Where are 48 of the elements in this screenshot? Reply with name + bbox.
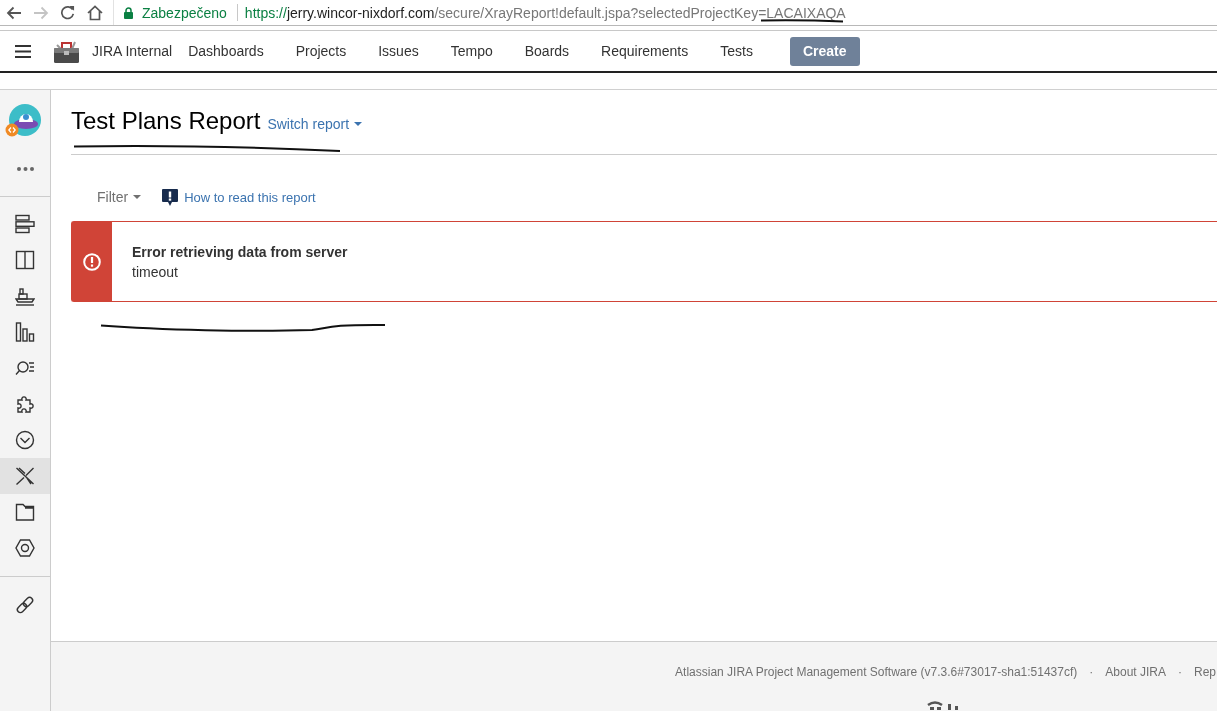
reload-icon bbox=[60, 5, 75, 20]
menu-icon bbox=[15, 44, 31, 58]
two-column-icon bbox=[15, 250, 35, 270]
caret-icon bbox=[354, 122, 363, 126]
home-icon bbox=[86, 4, 103, 21]
address-field[interactable]: Zabezpečeno https://jerry.wincor-nixdorf.com/secure/XrayReport!default.jspa?selectedProjectKey=LACAIXAQA bbox=[113, 0, 1217, 25]
create-button[interactable]: Create bbox=[789, 36, 860, 66]
link-icon bbox=[15, 595, 35, 615]
stacked-bars-icon bbox=[15, 214, 35, 234]
security-label: Zabezpečeno bbox=[142, 4, 227, 21]
app-name-link[interactable]: JIRA Internal bbox=[92, 43, 173, 59]
puzzle-icon bbox=[15, 394, 35, 414]
error-title: Error retrieving data from server bbox=[132, 242, 348, 262]
footer-link[interactable]: Atlassian JIRA Project Management Software (v7.3.6#73017-sha1:51437cf) bbox=[675, 664, 1078, 680]
nav-link[interactable]: Issues bbox=[362, 43, 435, 59]
lock-icon bbox=[124, 6, 133, 19]
nav-link[interactable]: Projects bbox=[279, 43, 363, 59]
error-detail: timeout bbox=[132, 262, 179, 282]
url-text: https://jerry.wincor-nixdorf.com/secure/XrayReport!default.jspa?selectedProjectKey=LACAIXAQA bbox=[244, 4, 846, 21]
arrow-left-icon bbox=[5, 5, 22, 20]
page-title: Test Plans Report bbox=[71, 106, 261, 136]
footer-link[interactable]: Rep bbox=[1194, 664, 1216, 680]
more-dots-icon[interactable] bbox=[16, 167, 34, 171]
nav-link[interactable]: Boards bbox=[508, 43, 586, 59]
ship-icon bbox=[15, 286, 35, 306]
separator: · bbox=[1178, 664, 1182, 680]
search-list-icon bbox=[15, 358, 35, 378]
arrow-right-icon bbox=[32, 5, 49, 20]
nav-link[interactable]: Tests bbox=[704, 43, 769, 59]
nav-link[interactable]: Dashboards bbox=[172, 43, 280, 59]
folder-icon bbox=[15, 502, 35, 522]
avatar-icon[interactable] bbox=[4, 103, 42, 138]
bar-chart-icon bbox=[15, 322, 35, 342]
separator: · bbox=[1089, 664, 1094, 680]
cross-icon bbox=[15, 466, 35, 486]
filter-button[interactable]: Filter bbox=[97, 189, 142, 205]
logo-icon bbox=[927, 701, 961, 710]
nav-link[interactable]: Requirements bbox=[585, 43, 705, 59]
help-link[interactable]: How to read this report bbox=[162, 188, 316, 206]
footer-link[interactable]: About JIRA bbox=[1105, 664, 1166, 680]
chevron-circle-icon bbox=[15, 430, 35, 450]
error-icon bbox=[83, 252, 101, 271]
switch-report-link[interactable]: Switch report bbox=[267, 116, 363, 132]
hexagon-nut-icon bbox=[15, 538, 35, 558]
help-bubble-icon bbox=[162, 188, 179, 206]
caret-icon bbox=[133, 195, 142, 199]
sidebar-item[interactable] bbox=[0, 458, 50, 494]
nav-link[interactable]: Tempo bbox=[434, 43, 509, 59]
